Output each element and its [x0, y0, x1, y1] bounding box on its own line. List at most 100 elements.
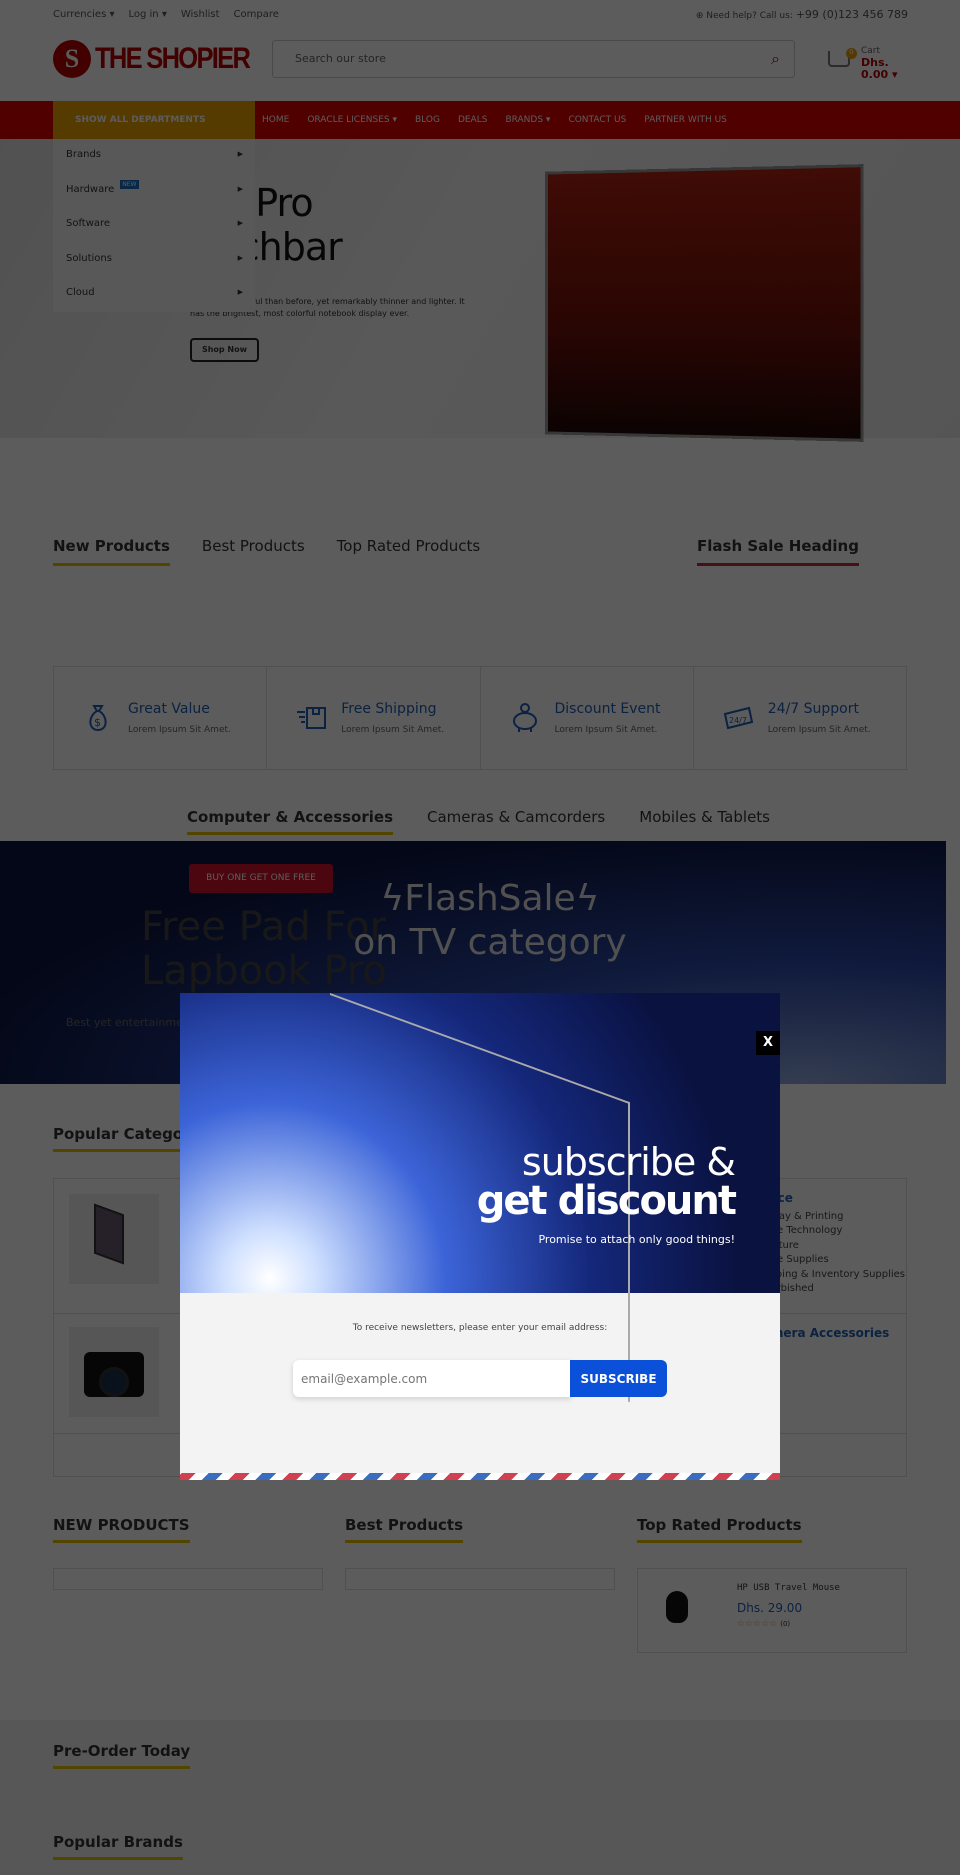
new-badge: NEW	[120, 179, 139, 189]
rating-stars: ☆☆☆☆☆ (0)	[737, 1619, 790, 1629]
email-input[interactable]	[293, 1360, 571, 1397]
dept-label: Hardware	[66, 183, 115, 195]
modal-banner-image: subscribe & get discount Promise to atta…	[180, 993, 780, 1403]
product-name[interactable]: HP USB Travel Mouse	[737, 1583, 840, 1593]
feature-title: Discount Event	[554, 700, 661, 717]
wishlist-link[interactable]: Wishlist	[181, 9, 220, 20]
nav-home[interactable]: HOME	[262, 115, 289, 125]
flashsale-text: ϟFlashSaleϟ on TV category	[340, 877, 640, 965]
dept-hardware[interactable]: Hardware NEW ▶	[53, 174, 255, 209]
product-price: Dhs. 29.00	[737, 1601, 803, 1615]
search-input[interactable]: Search our store ⌕	[272, 40, 795, 78]
feature-discount-event: Discount Event Lorem Ipsum Sit Amet.	[481, 667, 694, 769]
laptop-image[interactable]	[69, 1194, 159, 1284]
main-nav: SHOW ALL DEPARTMENTS HOME ORACLE LICENSE…	[0, 101, 960, 139]
category-tabs: Computer & Accessories Cameras & Camcord…	[187, 808, 770, 835]
close-button[interactable]: X	[756, 1031, 780, 1055]
tab-top-rated-products[interactable]: Top Rated Products	[337, 537, 481, 566]
dept-label: Software	[66, 218, 111, 229]
newsletter-prompt: To receive newsletters, please enter you…	[352, 1323, 608, 1333]
review-count: (0)	[780, 1620, 791, 1628]
feature-sub: Lorem Ipsum Sit Amet.	[128, 724, 231, 735]
top-bar: Currencies ▾ Log in ▾ Wishlist Compare ⊕…	[0, 0, 960, 30]
svg-text:24/7: 24/7	[729, 716, 747, 725]
help-label: Need help? Call us:	[706, 11, 793, 21]
best-products-heading: Best Products	[345, 1516, 464, 1543]
cart-label: Cart	[861, 46, 881, 56]
feature-sub: Lorem Ipsum Sit Amet.	[341, 724, 445, 735]
search-icon[interactable]: ⌕	[771, 49, 780, 69]
flash-sale-heading: Flash Sale Heading	[697, 537, 859, 566]
product-card[interactable]: HP USB Travel Mouse Dhs. 29.00 ☆☆☆☆☆ (0)	[637, 1568, 907, 1653]
caret-right-icon: ▶	[237, 288, 243, 296]
shipping-box-icon	[297, 707, 327, 729]
dept-solutions[interactable]: Solutions ▶	[53, 243, 255, 278]
svg-text:$: $	[94, 716, 101, 729]
newsletter-modal: subscribe & get discount Promise to atta…	[180, 993, 780, 1480]
currencies-menu[interactable]: Currencies ▾	[53, 9, 114, 20]
dept-software[interactable]: Software ▶	[53, 208, 255, 243]
bogo-badge[interactable]: BUY ONE GET ONE FREE	[189, 864, 333, 893]
dimmed-page: Currencies ▾ Log in ▾ Wishlist Compare ⊕…	[0, 0, 960, 1875]
flashsale-line2: on TV category	[353, 922, 627, 963]
popular-brands-heading: Popular Brands	[53, 1833, 183, 1860]
star-icons: ☆☆☆☆☆	[737, 1619, 778, 1629]
best-products-list	[345, 1568, 615, 1590]
nav-contact-us[interactable]: CONTACT US	[568, 115, 626, 125]
tab-new-products[interactable]: New Products	[53, 537, 170, 566]
feature-title: 24/7 Support	[767, 700, 859, 717]
features-strip: $ Great Value Lorem Ipsum Sit Amet. Free S…	[53, 666, 907, 770]
support-24-7-icon: 24/7	[723, 706, 753, 730]
top-rated-heading: Top Rated Products	[637, 1516, 802, 1543]
departments-dropdown: Brands ▶ Hardware NEW ▶ Software ▶ Solutions…	[53, 139, 255, 312]
logo-text: THE SHOPIER	[95, 42, 251, 75]
feature-great-value: $ Great Value Lorem Ipsum Sit Amet.	[54, 667, 268, 769]
nav-partner[interactable]: PARTNER WITH US	[644, 115, 727, 125]
dept-label: Brands	[66, 149, 101, 160]
preorder-section: Pre-Order Today Popular Brands	[0, 1720, 960, 1875]
new-products-heading: NEW PRODUCTS	[53, 1516, 190, 1543]
cart[interactable]: 0 Cart Dhs. 0.00 ▾	[828, 45, 918, 85]
banner-subtitle: Best yet entertainment	[66, 1016, 195, 1029]
new-products-list	[53, 1568, 323, 1590]
piggy-bank-icon	[512, 703, 537, 732]
caret-right-icon: ▶	[237, 184, 243, 193]
nav-brands[interactable]: BRANDS ▾	[505, 115, 550, 125]
dept-cloud[interactable]: Cloud ▶	[53, 277, 255, 312]
tab-cameras[interactable]: Cameras & Camcorders	[427, 808, 605, 835]
money-bag-icon: $	[89, 705, 107, 732]
airmail-stripes	[180, 1473, 780, 1480]
cart-total: 0.00 ▾	[861, 68, 898, 81]
dept-brands[interactable]: Brands ▶	[53, 139, 255, 174]
mouse-image	[666, 1591, 688, 1623]
tab-best-products[interactable]: Best Products	[202, 537, 305, 566]
phone-number: +99 (0)123 456 789	[795, 8, 908, 21]
nav-deals[interactable]: DEALS	[458, 115, 488, 125]
nav-blog[interactable]: BLOG	[415, 115, 440, 125]
feature-support: 24/7 24/7 Support Lorem Ipsum Sit Amet.	[694, 667, 906, 769]
login-menu[interactable]: Log in ▾	[128, 9, 166, 20]
compare-link[interactable]: Compare	[234, 9, 279, 20]
caret-right-icon: ▶	[237, 253, 243, 262]
feature-free-shipping: Free Shipping Lorem Ipsum Sit Amet.	[267, 667, 481, 769]
feature-title: Free Shipping	[341, 700, 437, 717]
subscribe-button[interactable]: SUBSCRIBE	[570, 1360, 667, 1397]
search-placeholder: Search our store	[295, 52, 386, 65]
preorder-heading: Pre-Order Today	[53, 1742, 191, 1769]
tab-computer-accessories[interactable]: Computer & Accessories	[187, 808, 393, 835]
logo[interactable]: S THE SHOPIER	[53, 40, 276, 78]
tab-mobiles[interactable]: Mobiles & Tablets	[639, 808, 770, 835]
camera-image[interactable]	[69, 1327, 159, 1417]
shop-now-button[interactable]: Shop Now	[190, 338, 259, 362]
feature-sub: Lorem Ipsum Sit Amet.	[767, 724, 871, 735]
product-tabs: New Products Best Products Top Rated Pro…	[53, 537, 480, 566]
caret-right-icon: ▶	[237, 150, 243, 158]
logo-mark: S	[53, 40, 91, 78]
dept-label: Solutions	[66, 252, 112, 264]
nav-oracle-licenses[interactable]: ORACLE LICENSES ▾	[307, 115, 397, 125]
caret-right-icon: ▶	[237, 219, 243, 227]
modal-tagline: Promise to attach only good things!	[538, 1233, 735, 1246]
tv-image	[545, 164, 864, 442]
laptop-shape	[94, 1203, 124, 1265]
show-all-departments-button[interactable]: SHOW ALL DEPARTMENTS	[53, 101, 255, 139]
